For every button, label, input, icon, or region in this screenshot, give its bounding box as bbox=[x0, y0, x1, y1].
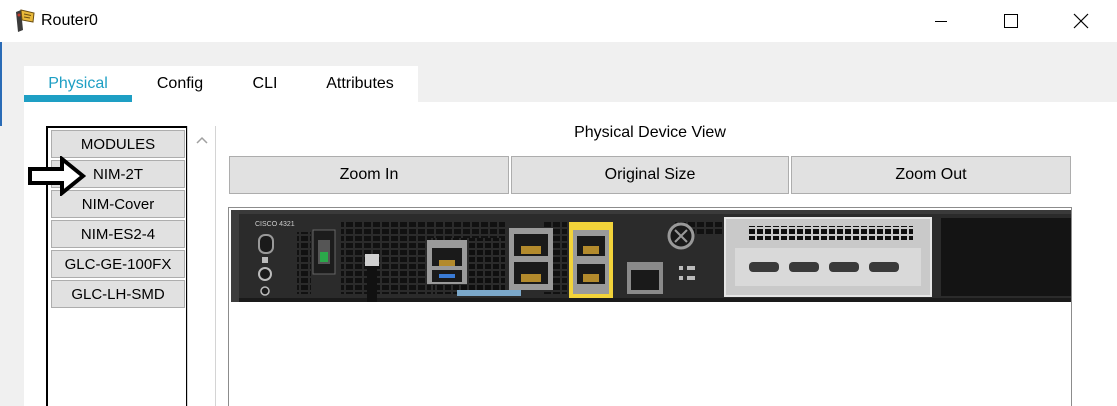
close-button[interactable] bbox=[1046, 0, 1116, 42]
minimize-icon bbox=[935, 21, 947, 22]
module-item-glc-ge-100fx[interactable]: GLC-GE-100FX bbox=[51, 250, 185, 278]
maximize-button[interactable] bbox=[976, 0, 1046, 42]
active-tab-indicator bbox=[24, 95, 132, 102]
zoom-in-button[interactable]: Zoom In bbox=[229, 156, 509, 194]
zoom-out-button[interactable]: Zoom Out bbox=[791, 156, 1071, 194]
title-bar: Router0 bbox=[0, 0, 1117, 42]
chassis-model-label: CISCO 4321 bbox=[255, 221, 295, 228]
tab-config[interactable]: Config bbox=[136, 66, 224, 102]
window-title: Router0 bbox=[41, 12, 98, 29]
close-icon bbox=[1073, 13, 1089, 29]
device-view-canvas[interactable]: CISCO 4321 bbox=[228, 207, 1072, 406]
module-list-header[interactable]: MODULES bbox=[51, 130, 185, 158]
scroll-up-button[interactable] bbox=[188, 130, 215, 150]
router-chassis-image: CISCO 4321 bbox=[231, 210, 1071, 302]
physical-device-view-title: Physical Device View bbox=[574, 124, 726, 141]
maximize-icon bbox=[1004, 14, 1018, 28]
minimize-button[interactable] bbox=[906, 0, 976, 42]
arrow-right-icon bbox=[28, 156, 86, 196]
tab-attributes[interactable]: Attributes bbox=[312, 66, 408, 102]
window-edge bbox=[0, 42, 2, 126]
module-item-nim-es2-4[interactable]: NIM-ES2-4 bbox=[51, 220, 185, 248]
router-app-icon bbox=[16, 9, 35, 32]
module-list-scrollbar[interactable] bbox=[187, 126, 216, 406]
tab-cli[interactable]: CLI bbox=[236, 66, 294, 102]
module-item-glc-lh-smd[interactable]: GLC-LH-SMD bbox=[51, 280, 185, 308]
chevron-up-icon bbox=[195, 136, 208, 144]
original-size-button[interactable]: Original Size bbox=[511, 156, 789, 194]
